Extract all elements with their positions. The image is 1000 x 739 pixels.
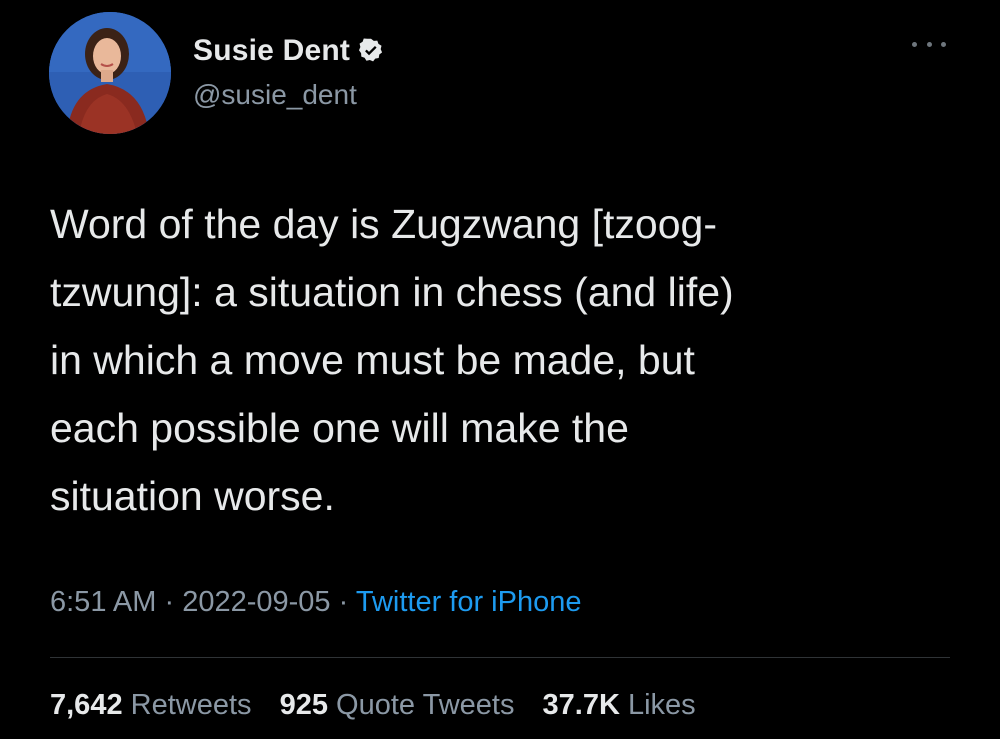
more-dot [926,41,932,47]
retweets-stat[interactable]: 7,642 Retweets [50,689,252,721]
likes-stat[interactable]: 37.7K Likes [543,689,696,721]
meta-separator: · [338,586,349,618]
tweet-text: Word of the day is Zugzwang [tzoog- tzwu… [50,201,734,519]
retweets-count: 7,642 [50,689,123,721]
author-display-name[interactable]: Susie Dent [193,34,350,68]
quote-tweets-count: 925 [279,689,328,721]
quote-tweets-label: Quote Tweets [336,689,515,721]
divider [50,657,950,658]
verified-badge-icon [359,38,383,62]
tweet-source-link[interactable]: Twitter for iPhone [356,586,582,618]
more-dot [941,41,946,47]
avatar[interactable] [49,12,171,134]
likes-label: Likes [627,689,696,721]
author-name-row[interactable]: Susie Dent [193,31,385,71]
tweet-stats: 7,642 Retweets 925 Quote Tweets 37.7K Li… [50,689,696,722]
retweets-label: Retweets [130,689,252,721]
quote-tweets-stat[interactable]: 925 Quote Tweets [280,689,515,721]
tweet-meta: 6:51 AM · 2022-09-05 · Twitter for iPhon… [50,586,581,619]
author-handle[interactable]: @susie_dent [193,79,357,111]
tweet-time[interactable]: 6:51 AM [50,586,156,618]
more-options-icon[interactable] [912,34,946,54]
avatar-image [49,12,171,134]
more-dot [912,41,917,47]
likes-count: 37.7K [542,689,620,721]
meta-separator: · [164,586,175,618]
tweet-date[interactable]: 2022-09-05 [182,586,330,618]
